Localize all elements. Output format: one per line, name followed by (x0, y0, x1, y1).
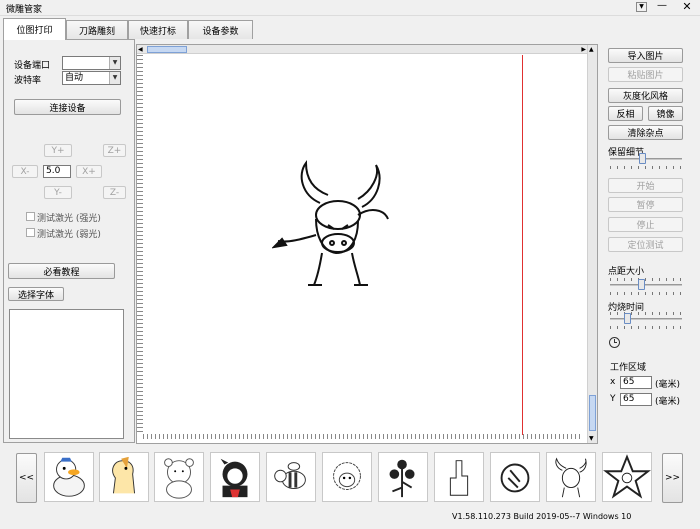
tutorial-button[interactable]: 必看教程 (8, 263, 115, 279)
bull-image (272, 159, 389, 286)
thumb-star[interactable] (602, 452, 652, 502)
thumb-horse[interactable] (99, 452, 149, 502)
grayscale-button[interactable]: 灰度化风格 (608, 88, 683, 103)
thumb-bull[interactable] (546, 452, 596, 502)
h-scroll-thumb[interactable] (147, 46, 187, 53)
clock-icon (609, 337, 620, 348)
chevron-down-icon: ▼ (109, 72, 120, 84)
font-button[interactable]: 选择字体 (8, 287, 64, 301)
stop-button[interactable]: 停止 (608, 217, 683, 232)
jog-x-minus-button[interactable]: X- (12, 165, 38, 178)
thumb-duck[interactable] (44, 452, 94, 502)
tab-device-params[interactable]: 设备参数 (188, 20, 253, 39)
window-title: 微雕管家 (6, 5, 43, 15)
vertical-ruler (137, 55, 143, 435)
pause-button[interactable]: 暂停 (608, 197, 683, 212)
scroll-down-icon[interactable]: ▼ (589, 435, 594, 442)
tab-bitmap-print[interactable]: 位图打印 (3, 18, 66, 40)
scroll-left-icon[interactable]: ◀ (138, 45, 143, 54)
title-bar: 微雕管家 ▼ — ✕ (0, 0, 700, 16)
paste-image-button[interactable]: 粘贴图片 (608, 67, 683, 82)
thumb-flower[interactable] (378, 452, 428, 502)
jog-step-input[interactable]: 5.0 (43, 165, 71, 178)
jog-z-plus-button[interactable]: Z+ (103, 144, 126, 157)
thumb-middle-finger[interactable] (434, 452, 484, 502)
thumb-bear[interactable] (154, 452, 204, 502)
start-button[interactable]: 开始 (608, 178, 683, 193)
pointing-fist-icon (500, 463, 530, 493)
jog-y-minus-button[interactable]: Y- (44, 186, 72, 199)
burn-time-slider[interactable] (610, 318, 682, 320)
horizontal-ruler (143, 434, 583, 439)
test-weak-checkbox[interactable] (26, 228, 35, 237)
test-strong-checkbox[interactable] (26, 212, 35, 221)
test-weak-label: 测试激光 (弱光) (37, 230, 101, 240)
tab-path-engrave[interactable]: 刀路雕刻 (66, 20, 128, 39)
dot-size-ticks-top (610, 278, 682, 281)
connect-button[interactable]: 连接设备 (14, 99, 121, 115)
mirror-button[interactable]: 镜像 (648, 106, 683, 121)
import-image-button[interactable]: 导入图片 (608, 48, 683, 63)
thumbs-prev-button[interactable]: << (16, 453, 37, 503)
thumbs-next-button[interactable]: >> (662, 453, 683, 503)
detail-ticks (610, 166, 682, 169)
jog-x-plus-button[interactable]: X+ (76, 165, 102, 178)
work-area-label: 工作区域 (610, 363, 647, 373)
horse-icon (112, 456, 136, 494)
thumb-sheep[interactable] (322, 452, 372, 502)
thumb-pointing-fist[interactable] (490, 452, 540, 502)
burn-time-ticks-top (610, 312, 682, 315)
port-label: 设备端口 (14, 61, 51, 71)
dot-size-slider-thumb[interactable] (637, 279, 645, 290)
scroll-up-icon[interactable]: ▲ (589, 46, 594, 53)
vertical-scrollbar[interactable]: ▲ ▼ (587, 45, 597, 443)
laser-boundary-line (522, 55, 523, 435)
baud-label: 波特率 (14, 76, 42, 86)
window-menu-icon[interactable]: ▼ (636, 2, 647, 12)
sheep-icon (333, 462, 361, 490)
dot-size-slider[interactable] (610, 284, 682, 286)
clear-noise-button[interactable]: 清除杂点 (608, 125, 683, 140)
v-scroll-thumb[interactable] (589, 395, 596, 431)
jog-y-plus-button[interactable]: Y+ (44, 144, 72, 157)
canvas-frame: ◀ ▶ ▲ ▼ (136, 44, 598, 444)
work-area-y-input[interactable]: 65 (620, 393, 652, 406)
jog-z-minus-button[interactable]: Z- (103, 186, 126, 199)
y-unit-label: (毫米) (655, 397, 681, 407)
ninja-girl-icon (220, 458, 248, 498)
invert-button[interactable]: 反相 (608, 106, 643, 121)
baud-select[interactable]: 自动 ▼ (62, 71, 121, 85)
tab-quick-mark[interactable]: 快速打标 (128, 20, 188, 39)
middle-finger-icon (449, 460, 469, 496)
bee-icon (274, 462, 306, 489)
close-icon[interactable]: ✕ (680, 0, 694, 14)
bear-icon (164, 458, 194, 499)
locate-test-button[interactable]: 定位测试 (608, 237, 683, 252)
duck-icon (53, 457, 85, 497)
x-label: x (610, 377, 616, 387)
dot-size-ticks-bottom (610, 292, 682, 295)
thumb-ninja[interactable] (210, 452, 260, 502)
text-input-area[interactable] (9, 309, 124, 439)
horizontal-scrollbar[interactable]: ◀ ▶ (137, 45, 597, 54)
burn-time-slider-thumb[interactable] (624, 313, 632, 324)
x-unit-label: (毫米) (655, 380, 681, 390)
minimize-icon[interactable]: — (655, 0, 669, 14)
chevron-down-icon: ▼ (109, 57, 120, 69)
bull-icon (555, 457, 587, 498)
work-area-x-input[interactable]: 65 (620, 376, 652, 389)
scroll-right-icon[interactable]: ▶ (581, 45, 586, 54)
flower-icon (389, 459, 415, 498)
burn-time-ticks-bottom (610, 326, 682, 329)
detail-slider-thumb[interactable] (639, 153, 647, 164)
port-select[interactable]: ▼ (62, 56, 121, 70)
thumb-bee[interactable] (266, 452, 316, 502)
star-icon (603, 454, 651, 499)
y-label: Y (610, 394, 616, 404)
dot-size-label: 点距大小 (608, 267, 645, 277)
build-info: V1.58.110.273 Build 2019-05--7 Windows 1… (452, 512, 632, 521)
test-strong-label: 测试激光 (强光) (37, 214, 101, 224)
